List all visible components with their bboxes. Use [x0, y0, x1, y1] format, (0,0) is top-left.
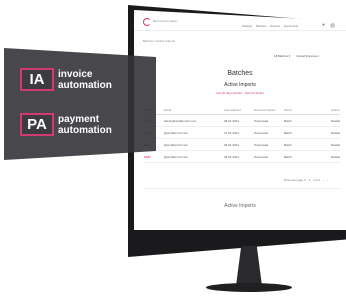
status-cell: Processed: [254, 118, 269, 123]
subbar-actions: All Batches ▾ Upload Document: [274, 54, 319, 58]
notification-bell-icon[interactable]: ●: [322, 23, 325, 28]
table-row[interactable]: 1337 @workbench.com 25.01.2021 Processed…: [144, 151, 340, 163]
section-title: Active Imports: [224, 82, 256, 88]
monitor-stand-neck: [236, 246, 262, 286]
date-cell: 25.01.2021: [224, 154, 240, 159]
pagination: Rows per page: 5 1 - 4 of 4 ‹ ›: [284, 178, 328, 182]
status-cell: Processed: [254, 142, 269, 147]
nav-item-reports[interactable]: Reports: [270, 24, 280, 28]
owner-cell: Batch: [284, 130, 292, 135]
status-cell: Processed: [254, 130, 269, 135]
details-link[interactable]: Details: [314, 143, 340, 147]
details-link[interactable]: Details: [314, 131, 340, 135]
breadcrumb[interactable]: Batches / Active Imports: [143, 39, 175, 43]
feature-label-line: automation: [58, 125, 112, 136]
monitor-stand-base: [206, 283, 292, 292]
email-cell: @workbench.com: [164, 142, 189, 147]
table-header: Batch ID Email Last Updated Document Sta…: [144, 105, 340, 115]
user-avatar[interactable]: [330, 23, 335, 28]
column-header-owner[interactable]: Owner: [284, 108, 314, 112]
column-header-actions: Actions: [330, 107, 340, 112]
invoice-automation-label: invoice automation: [58, 69, 112, 91]
top-bar: Bench Automation Settings Batches Report…: [134, 10, 346, 31]
section-divider: [144, 188, 340, 189]
feature-label-line: automation: [58, 80, 112, 91]
feature-label-line: invoice: [58, 69, 93, 80]
top-nav: Settings Batches Reports Documents: [242, 24, 298, 28]
batches-filter-dropdown[interactable]: All Batches ▾: [274, 54, 290, 58]
date-cell: 27.01.2021: [224, 130, 240, 135]
invoice-automation-badge: IA: [20, 68, 54, 91]
status-cell: Processed: [254, 154, 269, 159]
app-screen: Bench Automation Settings Batches Report…: [134, 10, 346, 230]
owner-cell: Batch: [284, 142, 292, 147]
prev-page-icon[interactable]: ‹: [323, 178, 324, 182]
batches-table: Batch ID Email Last Updated Document Sta…: [144, 105, 340, 163]
section-subtitle[interactable]: Last 30 days batches · Refresh all files: [134, 91, 346, 95]
brand-name: Bench Automation: [153, 19, 178, 23]
feature-label-line: payment: [58, 114, 100, 125]
feature-overlay-panel: [4, 48, 156, 160]
nav-item-settings[interactable]: Settings: [242, 24, 252, 28]
column-header-last-updated[interactable]: Last Updated: [224, 108, 254, 112]
details-link[interactable]: Details: [314, 155, 340, 159]
column-header-status[interactable]: Document Status: [254, 108, 284, 112]
nav-item-batches[interactable]: Batches: [256, 24, 266, 28]
next-page-icon[interactable]: ›: [327, 178, 328, 182]
email-cell: @workbench.com: [164, 130, 189, 135]
brand-logo-icon[interactable]: [143, 18, 151, 26]
rows-per-page-select[interactable]: Rows per page: 5: [284, 178, 306, 182]
payment-automation-badge: PA: [20, 113, 54, 136]
date-cell: 28.01.2021: [224, 118, 240, 123]
table-row[interactable]: 1348 admin@workbench.com 28.01.2021 Proc…: [144, 115, 340, 127]
table-row[interactable]: 1341 @workbench.com 26.01.2021 Processed…: [144, 139, 340, 151]
owner-cell: Batch: [284, 154, 292, 159]
active-imports-heading: Active Imports: [224, 203, 256, 209]
upload-document-button[interactable]: Upload Document: [296, 54, 318, 58]
email-cell: @workbench.com: [164, 154, 189, 159]
nav-item-documents[interactable]: Documents: [284, 24, 298, 28]
date-cell: 26.01.2021: [224, 142, 240, 147]
batch-id-link[interactable]: 1337: [144, 155, 164, 159]
table-row[interactable]: 1330 @workbench.com 27.01.2021 Processed…: [144, 127, 340, 139]
email-cell: admin@workbench.com: [164, 118, 197, 123]
payment-automation-label: payment automation: [58, 114, 112, 136]
page-title: Batches: [227, 70, 253, 77]
column-header-email[interactable]: Email: [164, 108, 224, 112]
owner-cell: Batch: [284, 118, 292, 123]
page-range-text: 1 - 4 of 4: [308, 178, 320, 182]
details-link[interactable]: Details: [314, 119, 340, 123]
